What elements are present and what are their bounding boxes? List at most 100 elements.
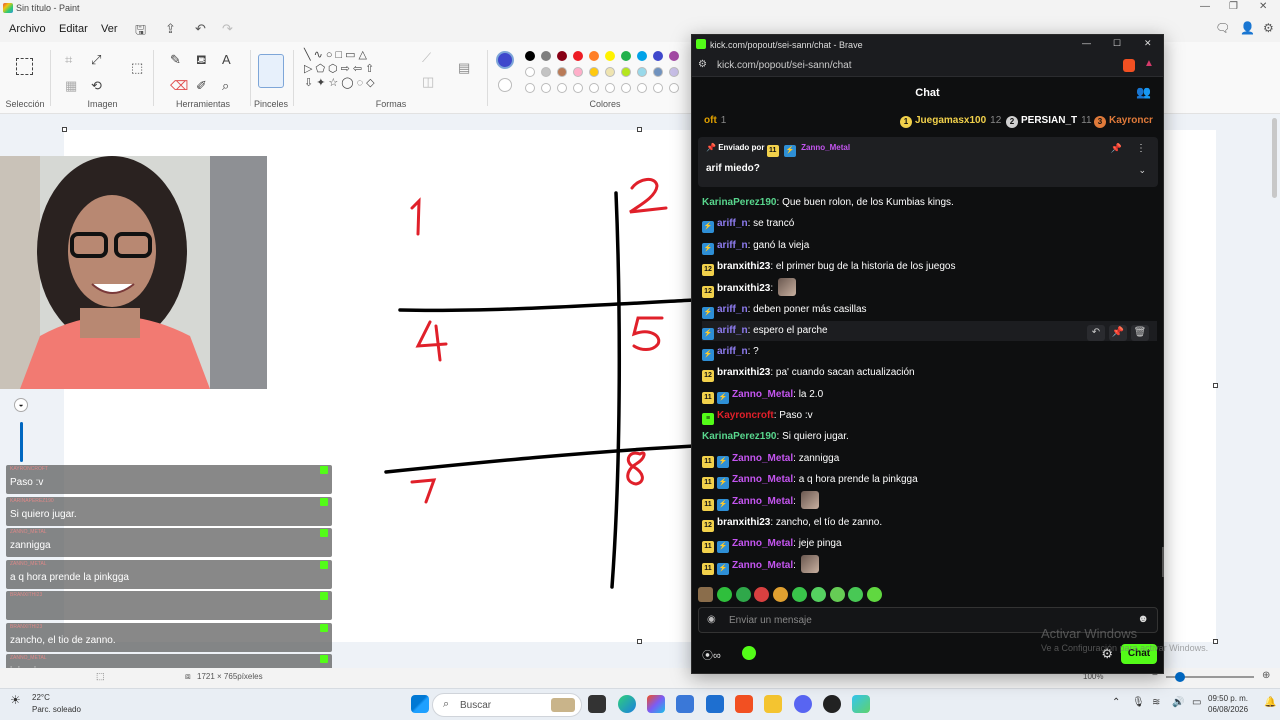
save-icon[interactable]: 🖫 [135,21,146,43]
color-picker-icon[interactable]: ✐ [196,78,207,94]
edge-icon[interactable] [618,695,636,713]
chat-message[interactable]: ⚡ ariff_n: ? [702,342,1157,362]
resize-icon[interactable]: ⤢ [91,52,101,68]
palette-swatch[interactable] [541,67,551,77]
notifications-icon[interactable]: 🔔 [1264,697,1276,708]
emoji-picker-icon[interactable]: ☻ [1137,613,1149,625]
palette-swatch[interactable] [589,67,599,77]
chat-message[interactable]: KarinaPerez190: Si quiero jugar. [702,427,1157,447]
file-explorer-icon[interactable] [764,695,782,713]
chat-username[interactable]: branxithi23 [717,367,770,378]
wifi-icon[interactable]: ≋ [1152,697,1160,708]
url-text[interactable]: kick.com/popout/sei-sann/chat [717,60,852,71]
chat-message[interactable]: ⚡ ariff_n: espero el parche ↶ 📌 🗑 [702,320,1157,341]
brave-shields-icon[interactable] [1123,59,1135,72]
chat-message[interactable]: 12 branxithi23: zancho, el tío de zanno. [702,513,1157,533]
quick-emote[interactable] [810,587,826,602]
chat-username[interactable]: Zanno_Metal [732,496,793,507]
chat-username[interactable]: Zanno_Metal [732,453,793,464]
chat-username[interactable]: branxithi23 [717,261,770,272]
obs-icon[interactable] [823,695,841,713]
outline-icon[interactable]: ⟋ [422,50,431,66]
zoom-in-icon[interactable]: ⊕ [1262,670,1270,681]
chat-message[interactable]: 11 ⚡ Zanno_Metal: la 2.0 [702,385,1157,405]
color2-selected[interactable] [498,78,512,92]
share-icon[interactable]: ⇪ [165,21,176,37]
clock-time[interactable]: 09:50 p. m. [1208,694,1248,703]
select-rectangle-icon[interactable] [16,58,33,75]
chat-message[interactable]: 12 branxithi23: pa' cuando sacan actualiz… [702,363,1157,383]
eraser-icon[interactable]: ⌫ [170,78,188,94]
pin-icon[interactable]: 📌 [1109,324,1127,341]
chat-message[interactable]: 12 branxithi23: el primer bug de la histo… [702,257,1157,277]
volume-slider-track[interactable] [20,422,23,462]
menu-archivo[interactable]: Archivo [9,23,46,35]
chat-message[interactable]: 11 ⚡ Zanno_Metal: [702,491,1157,512]
vertical-scrollbar[interactable] [1272,118,1277,198]
chat-username[interactable]: ariff_n [717,325,748,336]
resize-handle[interactable] [637,127,642,132]
palette-swatch[interactable] [621,51,631,61]
palette-swatch[interactable] [573,51,583,61]
chat-username[interactable]: Zanno_Metal [732,389,793,400]
leaderboard-entry[interactable]: 2 PERSIAN_T 11 [1006,115,1092,128]
chat-message[interactable]: ≡ Kayroncroft: Paso :v [702,406,1157,426]
brush-icon[interactable] [258,54,284,88]
select-image-icon[interactable]: ⬚ [131,60,143,76]
palette-swatch[interactable] [653,51,663,61]
magnifier-icon[interactable]: ⌕ [222,78,229,94]
chat-username[interactable]: ariff_n [717,218,748,229]
chat-message[interactable]: ⚡ ariff_n: se trancó [702,214,1157,234]
expand-chevron-icon[interactable]: ⌄ [1138,165,1146,176]
resize-handle[interactable] [637,639,642,644]
discord-icon[interactable] [794,695,812,713]
custom-color-slot[interactable] [541,83,551,93]
more-options-icon[interactable]: ⋮ [1136,143,1146,154]
palette-swatch[interactable] [525,67,535,77]
palette-swatch[interactable] [653,67,663,77]
chat-username[interactable]: branxithi23 [717,283,770,294]
paint-taskbar-icon[interactable] [852,695,870,713]
text-icon[interactable]: A [222,52,231,67]
delete-icon[interactable]: 🗑 [1131,324,1149,341]
chat-username[interactable]: KarinaPerez190 [702,197,777,208]
comment-icon[interactable]: 🗨 [1215,21,1230,35]
rotate-icon[interactable]: ⟲ [91,78,102,94]
address-bar[interactable]: ⚙ kick.com/popout/sei-sann/chat ▲ [692,55,1163,77]
chat-message[interactable]: ⚡ ariff_n: deben poner más casillas [702,300,1157,320]
custom-color-slot[interactable] [573,83,583,93]
chat-scrollbar[interactable] [1162,547,1164,577]
palette-swatch[interactable] [637,67,647,77]
custom-color-slot[interactable] [557,83,567,93]
task-view-icon[interactable] [588,695,606,713]
kick-points-icon[interactable] [742,646,756,660]
custom-color-slot[interactable] [525,83,535,93]
quick-emote[interactable] [716,587,732,602]
pinned-user[interactable]: Zanno_Metal [801,143,850,152]
quick-emote[interactable] [735,587,751,602]
brave-icon[interactable] [735,695,753,713]
chat-message[interactable]: ⚡ ariff_n: ganó la vieja [702,236,1157,256]
site-settings-icon[interactable]: ⚙ [698,59,707,70]
account-icon[interactable]: 👤 [1240,21,1255,35]
chat-username[interactable]: Zanno_Metal [732,538,793,549]
quick-emote[interactable] [848,587,864,602]
store-icon[interactable] [676,695,694,713]
layers-icon[interactable]: ▤ [458,60,470,76]
chat-identity-icon[interactable]: ⦿∞ [702,647,721,663]
custom-color-slot[interactable] [589,83,599,93]
leaderboard-entry[interactable]: 3 Kayroncr [1094,115,1157,128]
pinned-message[interactable]: 📌 Enviado por 11 ⚡ Zanno_Metal arif mied… [698,137,1158,187]
settings-icon[interactable]: ⚙ [1263,21,1274,35]
palette-swatch[interactable] [637,51,647,61]
fill-icon[interactable]: ⛾ [196,52,207,70]
quick-emote[interactable] [867,587,883,602]
chat-username[interactable]: Zanno_Metal [732,560,793,571]
palette-swatch[interactable] [589,51,599,61]
brave-close-icon[interactable]: ✕ [1144,38,1152,49]
crop-icon[interactable]: ⌗ [65,52,72,68]
redo-icon[interactable]: ↷ [222,21,233,37]
paint-maximize-icon[interactable]: ❐ [1229,1,1238,12]
weather-widget[interactable]: ☀ 22°C Parc. soleado [10,691,130,719]
outlook-icon[interactable] [706,695,724,713]
